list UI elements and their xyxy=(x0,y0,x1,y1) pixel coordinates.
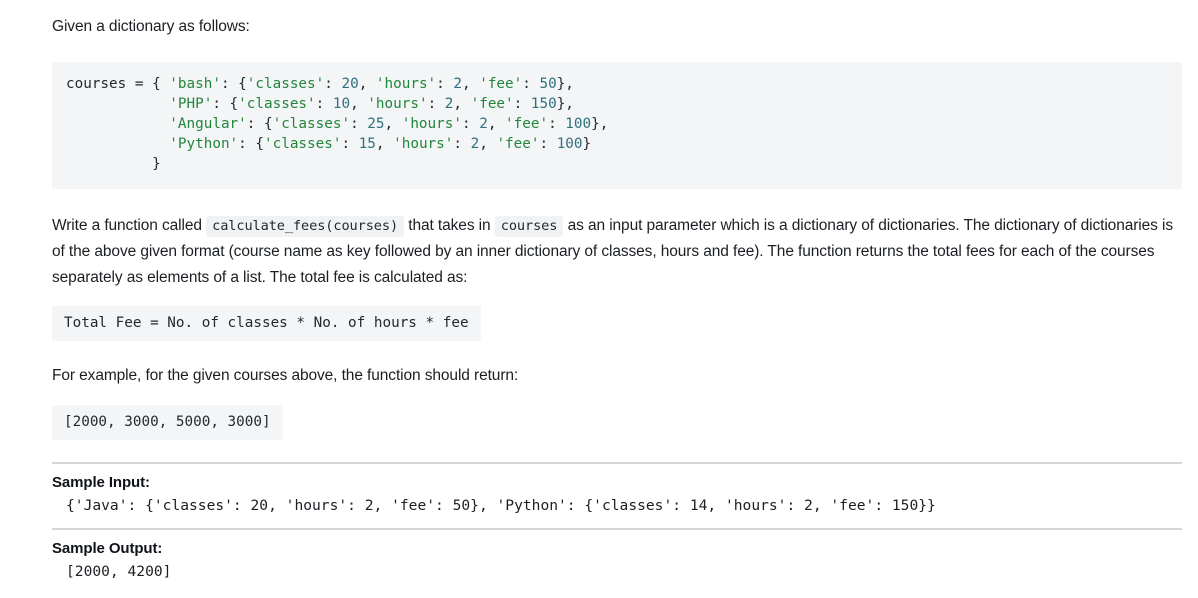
code-token: : xyxy=(350,115,368,132)
code-token: }, xyxy=(556,75,574,92)
inline-code-calculate-fees: calculate_fees(courses) xyxy=(206,215,405,237)
description-part-1: Write a function called xyxy=(52,216,207,234)
code-token: : xyxy=(341,136,359,153)
code-token: 'Python' xyxy=(169,136,239,153)
sample-output-title: Sample Output: xyxy=(52,539,163,557)
code-token: 'fee' xyxy=(470,95,514,112)
code-token: 'classes' xyxy=(272,115,351,132)
code-token: } xyxy=(66,156,161,173)
code-token: : { xyxy=(238,136,264,153)
code-token: : xyxy=(436,75,454,92)
code-token: , xyxy=(487,115,506,132)
code-token: : { xyxy=(220,75,247,92)
code-token: } xyxy=(582,136,592,153)
code-token: : xyxy=(548,115,566,132)
sample-input-title: Sample Input: xyxy=(52,473,150,491)
code-token: : xyxy=(427,95,445,112)
sample-input-value: {'Java': {'classes': 20, 'hours': 2, 'fe… xyxy=(66,496,936,514)
code-token: : xyxy=(513,95,531,112)
intro-paragraph: Given a dictionary as follows: xyxy=(52,18,250,35)
code-token: 15 xyxy=(358,136,376,153)
divider-above-sample-output xyxy=(52,527,1182,530)
code-token: , xyxy=(375,136,394,153)
code-token: : xyxy=(461,115,480,132)
example-intro-paragraph: For example, for the given courses above… xyxy=(52,367,519,385)
code-token: , xyxy=(453,95,471,112)
code-token: : xyxy=(522,75,540,92)
code-token: : { xyxy=(212,95,239,112)
code-token: 50 xyxy=(539,75,557,92)
code-token: 'bash' xyxy=(169,75,221,92)
code-token: 150 xyxy=(530,95,557,112)
code-token: 'PHP' xyxy=(169,95,213,112)
code-token: 'classes' xyxy=(264,136,342,153)
code-token: 'hours' xyxy=(401,115,462,132)
code-token: 100 xyxy=(565,115,592,132)
code-token: 'fee' xyxy=(479,75,523,92)
code-token: 'classes' xyxy=(246,75,325,92)
code-token: 2 xyxy=(453,75,462,92)
code-token: 25 xyxy=(367,115,385,132)
dictionary-code: courses = { 'bash': {'classes': 20, 'hou… xyxy=(66,76,608,173)
code-token: 'classes' xyxy=(238,95,316,112)
code-token: }, xyxy=(556,95,574,112)
description-part-2: that takes in xyxy=(404,216,495,234)
description-paragraph: Write a function called calculate_fees(c… xyxy=(52,213,1182,291)
code-token: , xyxy=(358,75,376,92)
code-token: , xyxy=(350,95,368,112)
code-token: , xyxy=(479,136,497,153)
code-token: 'fee' xyxy=(496,136,540,153)
code-token: : xyxy=(453,136,471,153)
divider-above-sample-input xyxy=(52,461,1182,464)
code-token: 100 xyxy=(556,136,583,153)
code-token: 'fee' xyxy=(505,115,549,132)
code-token: 2 xyxy=(470,136,480,153)
code-token: courses = { xyxy=(66,75,170,92)
code-token: }, xyxy=(591,115,609,132)
example-output-code-block: [2000, 3000, 5000, 3000] xyxy=(52,404,283,440)
code-token: : { xyxy=(246,115,273,132)
formula-code-block: Total Fee = No. of classes * No. of hour… xyxy=(52,306,481,342)
code-token: , xyxy=(462,75,480,92)
code-token: 'hours' xyxy=(393,136,454,153)
content-column: Given a dictionary as follows: courses =… xyxy=(52,14,1182,582)
code-token: 'hours' xyxy=(375,75,437,92)
problem-statement-page: Given a dictionary as follows: courses =… xyxy=(0,0,1198,582)
sample-output-value: [2000, 4200] xyxy=(66,562,172,580)
code-token: 20 xyxy=(341,75,359,92)
code-token: : xyxy=(324,75,342,92)
inline-code-courses: courses xyxy=(494,215,564,237)
code-token: 2 xyxy=(479,115,488,132)
code-token: 'hours' xyxy=(367,95,428,112)
code-token: : xyxy=(539,136,557,153)
code-token: , xyxy=(384,115,402,132)
code-token: 10 xyxy=(332,95,351,112)
code-token: : xyxy=(315,95,333,112)
code-token: 'Angular' xyxy=(169,115,247,132)
dictionary-code-block: courses = { 'bash': {'classes': 20, 'hou… xyxy=(52,61,1182,189)
